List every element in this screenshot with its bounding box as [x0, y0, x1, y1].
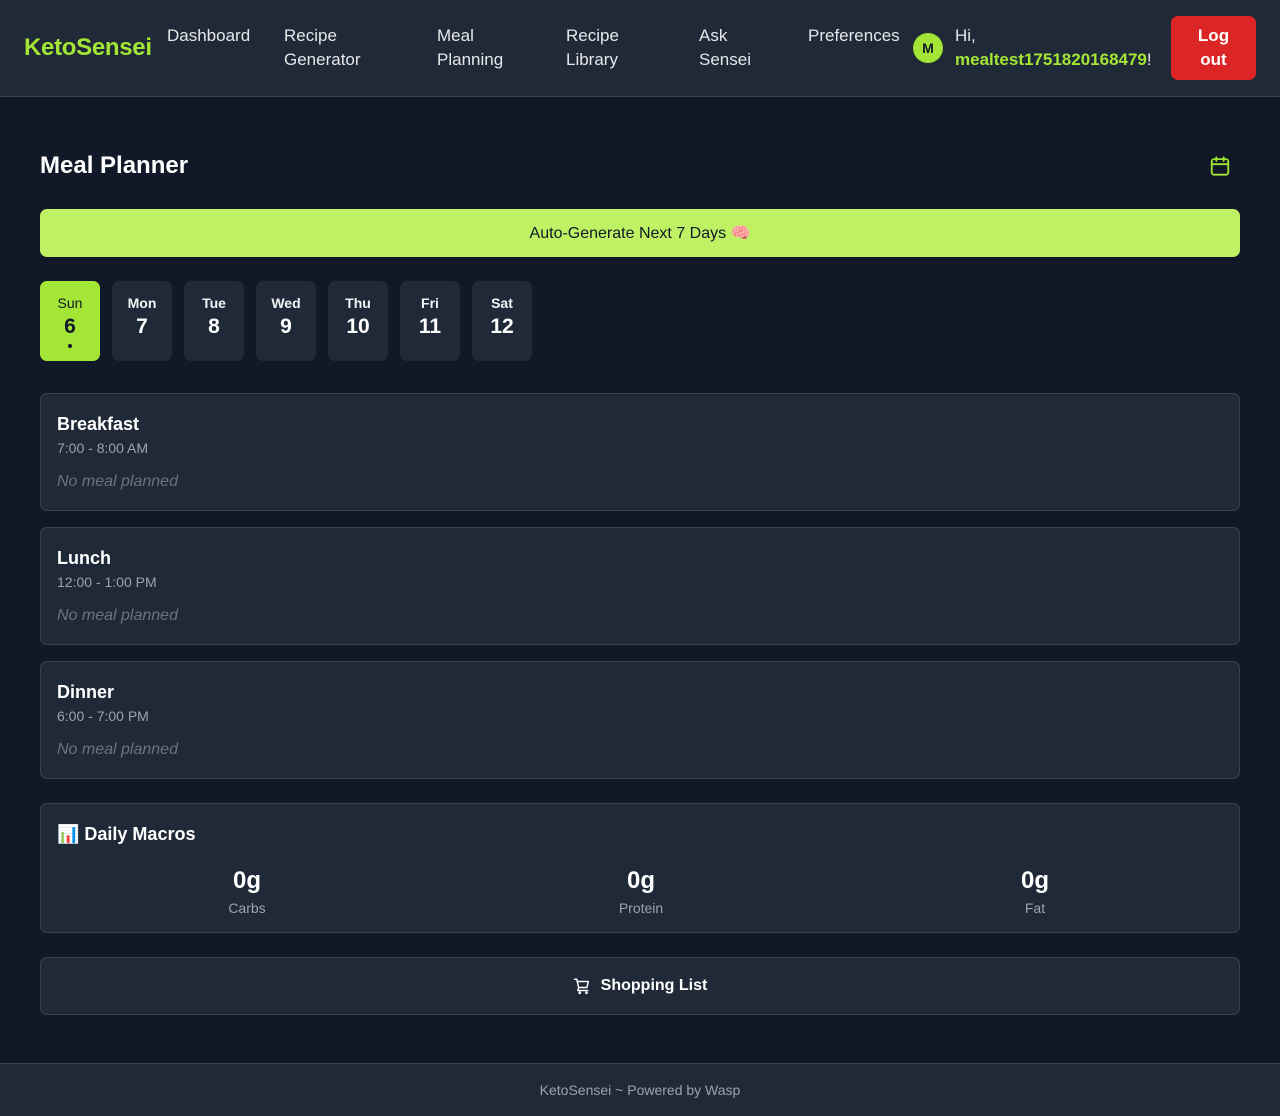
- logout-label-2: out: [1200, 50, 1227, 69]
- day-name: Mon: [127, 295, 157, 311]
- shopping-cart-icon: [573, 978, 589, 995]
- day-tab-wed[interactable]: Wed 9: [256, 281, 316, 361]
- meal-empty-state: No meal planned: [57, 473, 178, 490]
- logout-button[interactable]: Log out: [1171, 16, 1256, 80]
- day-tab-sun[interactable]: Sun 6: [40, 281, 100, 361]
- footer: KetoSensei ~ Powered by Wasp: [0, 1063, 1280, 1116]
- meal-empty-state: No meal planned: [57, 607, 178, 624]
- meal-title: Breakfast: [57, 414, 140, 434]
- macro-label: Carbs: [228, 900, 266, 916]
- day-name: Sat: [491, 295, 513, 311]
- day-number: 9: [280, 315, 292, 338]
- day-name: Fri: [421, 295, 439, 311]
- nav-dashboard[interactable]: Dashboard: [167, 24, 250, 48]
- footer-text: KetoSensei ~ Powered by Wasp: [539, 1082, 741, 1098]
- meal-title: Lunch: [57, 548, 111, 568]
- user-greeting: Hi, mealtest1751820168479!: [955, 24, 1152, 72]
- meal-card-breakfast[interactable]: Breakfast 7:00 - 8:00 AM No meal planned: [40, 393, 1240, 511]
- day-name: Wed: [271, 295, 301, 311]
- macro-value: 0g: [232, 867, 261, 894]
- macro-value: 0g: [626, 867, 655, 894]
- nav-recipe-library[interactable]: Recipe Library: [566, 24, 619, 72]
- calendar-icon: [1210, 156, 1230, 176]
- daily-macros-card: 📊 Daily Macros 0g Carbs 0g Protein 0g Fa…: [40, 803, 1240, 933]
- nav-meal-planning[interactable]: Meal Planning: [437, 24, 503, 72]
- macro-label: Fat: [1024, 900, 1046, 916]
- day-number: 7: [136, 315, 148, 338]
- nav-preferences-label: Preferences: [808, 26, 900, 45]
- nav-recipe-generator[interactable]: Recipe Generator: [284, 24, 361, 72]
- avatar[interactable]: M: [913, 33, 943, 63]
- day-number: 6: [64, 315, 76, 338]
- macros-title: 📊 Daily Macros: [57, 824, 196, 844]
- day-number: 8: [208, 315, 220, 338]
- nav-ask-sensei-label-1: Ask: [699, 26, 728, 45]
- day-number: 10: [346, 315, 370, 338]
- day-name: Sun: [57, 295, 83, 311]
- macro-protein: 0g Protein: [541, 866, 741, 916]
- day-tab-mon[interactable]: Mon 7: [112, 281, 172, 361]
- logout-label-1: Log: [1197, 26, 1230, 45]
- nav-recipe-generator-label-2: Generator: [284, 50, 361, 69]
- top-navbar: KetoSensei Dashboard Recipe Generator Me…: [0, 0, 1280, 97]
- nav-recipe-library-label-2: Library: [566, 50, 618, 69]
- day-name: Thu: [345, 295, 371, 311]
- nav-meal-planning-label-2: Planning: [437, 50, 504, 69]
- shopping-list-label: Shopping List: [600, 977, 708, 994]
- selected-day-dot: [68, 344, 72, 348]
- day-tab-tue[interactable]: Tue 8: [184, 281, 244, 361]
- macro-value: 0g: [1020, 867, 1049, 894]
- day-tab-fri[interactable]: Fri 11: [400, 281, 460, 361]
- nav-recipe-library-label-1: Recipe: [566, 26, 619, 45]
- meal-empty-state: No meal planned: [57, 741, 178, 758]
- nav-meal-planning-label-1: Meal: [437, 26, 474, 45]
- brand-logo[interactable]: KetoSensei: [24, 34, 152, 62]
- username: mealtest1751820168479: [955, 50, 1147, 69]
- nav-ask-sensei-label-2: Sensei: [699, 50, 751, 69]
- meal-title: Dinner: [57, 682, 115, 702]
- nav-dashboard-label: Dashboard: [167, 26, 251, 45]
- shopping-list-button[interactable]: Shopping List: [40, 957, 1240, 1015]
- day-number: 12: [490, 315, 514, 338]
- day-tab-sat[interactable]: Sat 12: [472, 281, 532, 361]
- page-title: Meal Planner: [40, 152, 189, 179]
- day-tab-thu[interactable]: Thu 10: [328, 281, 388, 361]
- day-name: Tue: [202, 295, 226, 311]
- calendar-button[interactable]: [1204, 150, 1236, 182]
- nav-preferences[interactable]: Preferences: [808, 24, 900, 48]
- greeting-prefix: Hi,: [955, 26, 976, 45]
- macro-label: Protein: [618, 900, 664, 916]
- macro-fat: 0g Fat: [935, 866, 1135, 916]
- nav-recipe-generator-label-1: Recipe: [284, 26, 337, 45]
- meal-time: 12:00 - 1:00 PM: [57, 574, 157, 590]
- meal-time: 7:00 - 8:00 AM: [57, 440, 149, 456]
- macro-carbs: 0g Carbs: [147, 866, 347, 916]
- nav-ask-sensei[interactable]: Ask Sensei: [699, 24, 751, 72]
- auto-generate-button[interactable]: Auto-Generate Next 7 Days 🧠: [40, 209, 1240, 257]
- greeting-suffix: !: [1146, 50, 1152, 69]
- meal-time: 6:00 - 7:00 PM: [57, 708, 149, 724]
- meal-card-dinner[interactable]: Dinner 6:00 - 7:00 PM No meal planned: [40, 661, 1240, 779]
- day-number: 11: [418, 315, 442, 338]
- meal-card-lunch[interactable]: Lunch 12:00 - 1:00 PM No meal planned: [40, 527, 1240, 645]
